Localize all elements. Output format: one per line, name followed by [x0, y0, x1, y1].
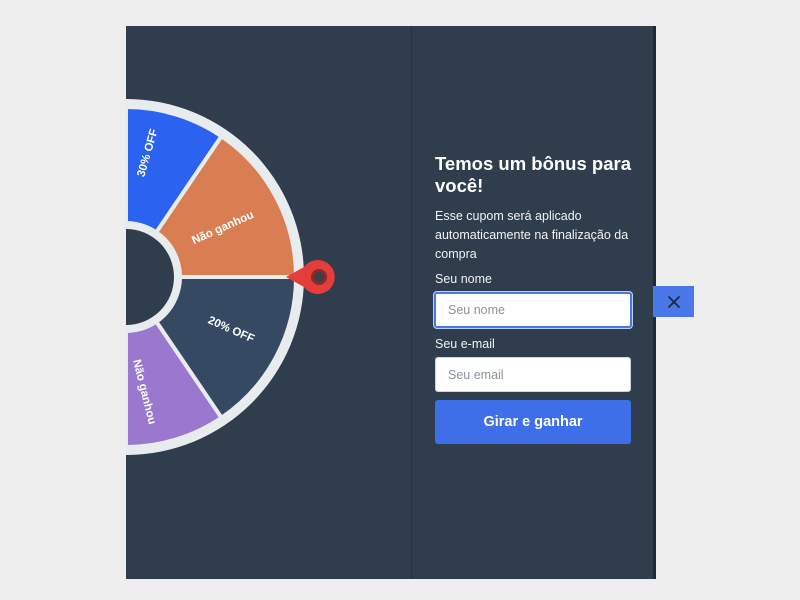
name-input[interactable] [434, 292, 632, 328]
form-title: Temos um bônus para você! [435, 153, 631, 196]
close-icon [667, 295, 680, 308]
panel-divider [411, 26, 412, 579]
spin-and-win-button[interactable]: Girar e ganhar [435, 400, 631, 444]
signup-form: Temos um bônus para você! Esse cupom ser… [434, 153, 635, 444]
email-input[interactable] [435, 357, 631, 392]
close-button[interactable] [653, 286, 694, 317]
form-subtitle: Esse cupom será aplicado automaticamente… [435, 209, 629, 261]
name-label: Seu nome [435, 272, 492, 286]
prize-wheel: 30% OFF Não ganhou 20% OFF Não ganhou [126, 26, 416, 579]
spin-wheel-modal: 30% OFF Não ganhou 20% OFF Não ganhou Te… [126, 26, 656, 579]
wheel-graphic: 30% OFF Não ganhou 20% OFF Não ganhou [126, 99, 335, 455]
email-label: Seu e-mail [435, 337, 495, 351]
